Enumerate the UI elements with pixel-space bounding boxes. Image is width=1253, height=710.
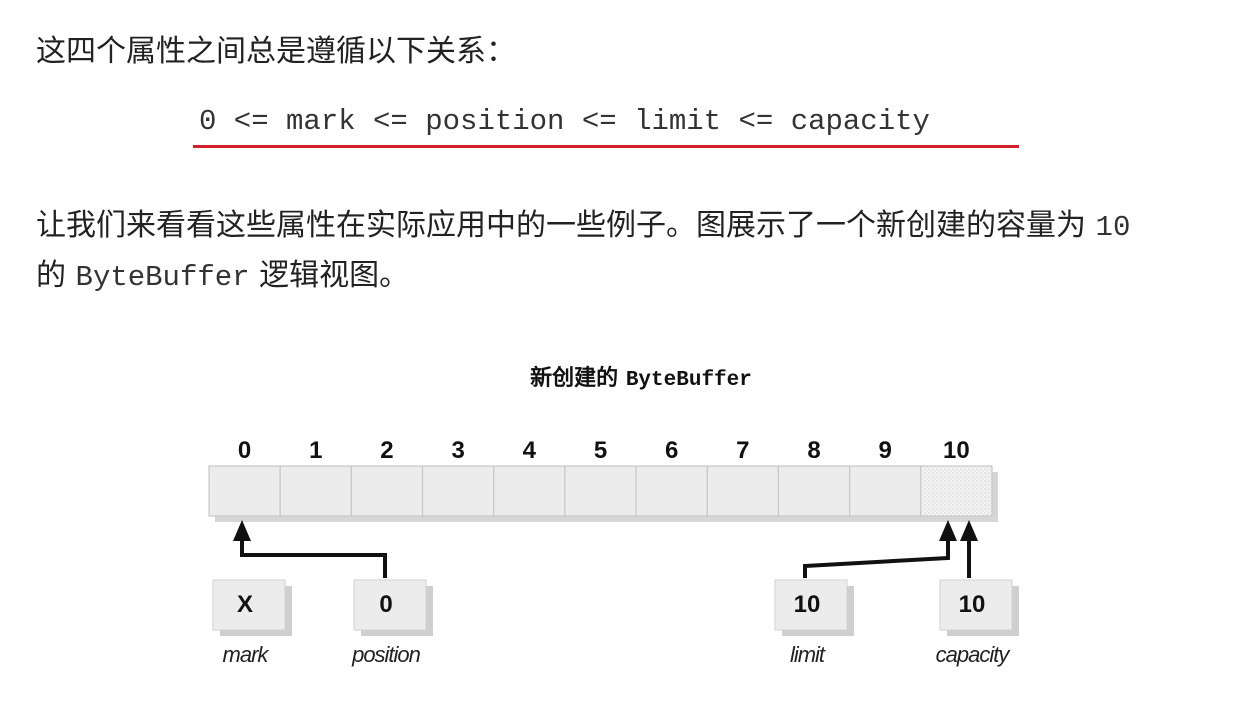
- mark-value: X: [237, 591, 253, 618]
- limit-arrowhead: [939, 520, 957, 541]
- index-label: 4: [523, 437, 537, 464]
- buffer-cell: [350, 465, 424, 517]
- capacity-arrowhead: [960, 520, 978, 541]
- index-label: 0: [238, 437, 251, 464]
- buffer-cells: [208, 465, 993, 517]
- buffer-cell: [564, 465, 637, 517]
- capacity-value: 10: [959, 591, 986, 618]
- limit-arrow-line: [803, 538, 950, 578]
- pointer-arrows: [233, 520, 978, 578]
- mark-label: mark: [223, 642, 270, 667]
- buffer-cell: [208, 465, 281, 517]
- index-label: 10: [943, 437, 970, 464]
- buffer-cell: [635, 465, 708, 517]
- index-label: 8: [807, 437, 820, 464]
- index-label: 3: [451, 437, 464, 464]
- position-to-mark-arrow: [240, 538, 387, 578]
- limit-value: 10: [794, 591, 821, 618]
- index-labels: 0 1 2 3 4 5 6 7 8 9 10: [238, 437, 970, 464]
- value-boxes: Xmark 0 position 10 limit 10 capacity: [212, 579, 1019, 667]
- buffer-cell: [421, 465, 495, 517]
- position-label: position: [351, 642, 421, 667]
- index-label: 9: [879, 437, 892, 464]
- buffer-cell: [849, 465, 922, 517]
- mark-arrowhead: [233, 520, 251, 541]
- index-label: 2: [380, 437, 393, 464]
- buffer-cell: [706, 465, 780, 517]
- bytebuffer-diagram: 0 1 2 3 4 5 6 7 8 9 10 Xmark 0 position 10 limit 10 capa…: [208, 437, 1019, 667]
- limit-label: limit: [790, 642, 826, 667]
- buffer-cell: [279, 465, 352, 517]
- index-label: 5: [594, 437, 607, 464]
- index-label: 7: [736, 437, 749, 464]
- position-value: 0: [379, 591, 392, 618]
- capacity-label: capacity: [936, 642, 1012, 667]
- buffer-cell: [493, 465, 566, 517]
- buffer-cell-beyond-capacity: [920, 465, 993, 517]
- buffer-cell: [777, 465, 851, 517]
- index-label: 6: [665, 437, 678, 464]
- index-label: 1: [309, 437, 322, 464]
